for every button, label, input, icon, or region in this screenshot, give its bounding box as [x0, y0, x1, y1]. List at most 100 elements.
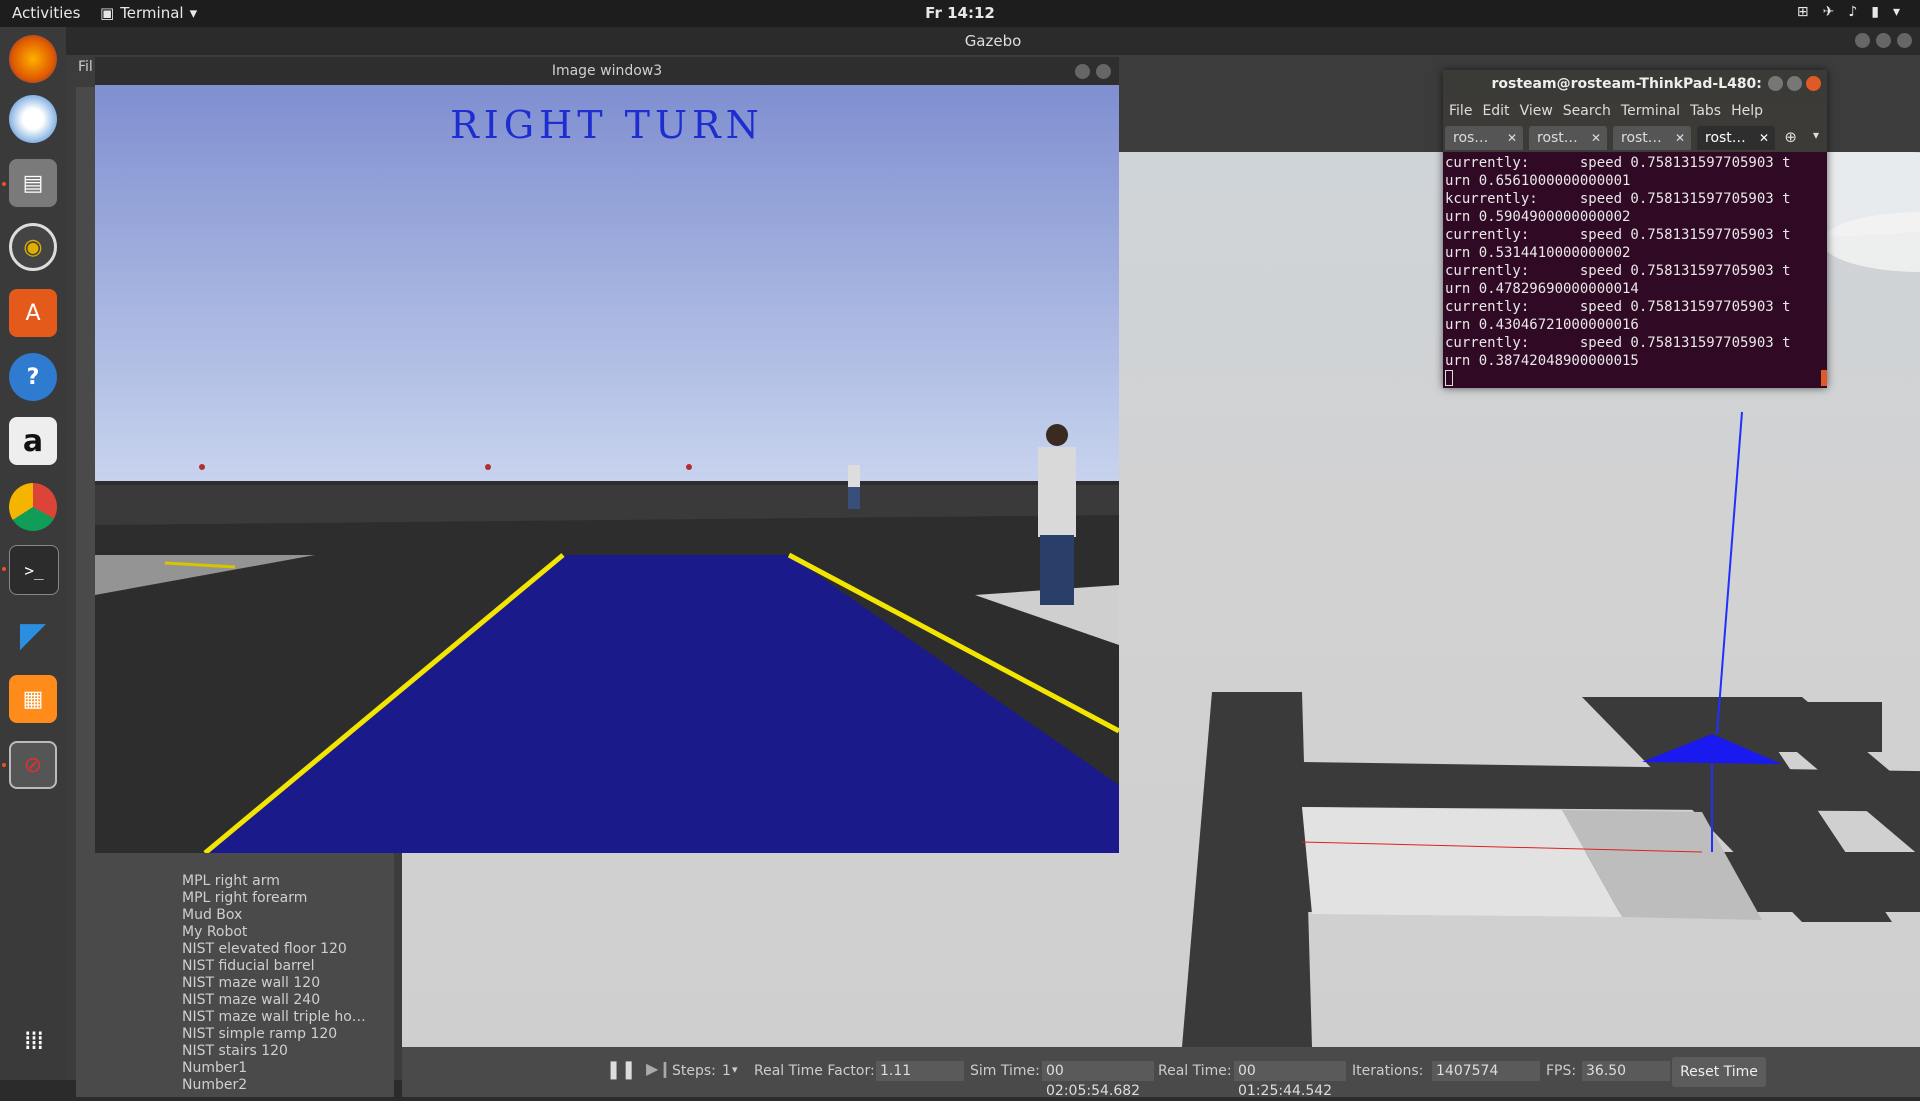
rhythmbox-icon[interactable]: ◉ — [9, 223, 57, 271]
vscode-icon[interactable]: ◤ — [9, 611, 57, 659]
terminal-line: urn 0.6561000000000001 — [1445, 173, 1631, 189]
model-list-item[interactable]: NIST maze wall triple ho… — [182, 1009, 382, 1026]
clock[interactable]: Fr 14:12 — [925, 4, 995, 22]
iterations-label: Iterations: — [1352, 1063, 1424, 1079]
camera-image: RIGHT TURN — [95, 85, 1119, 853]
volume-icon: ♪ — [1848, 4, 1858, 20]
software-center-icon[interactable]: A — [9, 289, 57, 337]
window-controls — [1855, 33, 1912, 48]
model-list-item[interactable]: MPL right forearm — [182, 890, 382, 907]
chevron-down-icon[interactable]: ▾ — [732, 1063, 738, 1076]
terminal-tab-label: rost… — [1705, 130, 1746, 146]
maximize-icon[interactable] — [1787, 76, 1802, 91]
model-list-item[interactable]: NIST maze wall 120 — [182, 975, 382, 992]
gazebo-bottom-toolbar: ❚❚ ▶❙ Steps: 1 ▾ Real Time Factor: 1.11 … — [402, 1047, 1920, 1099]
terminal-tab[interactable]: rost… ✕ — [1697, 126, 1775, 150]
terminal-tab-label: rost… — [1621, 130, 1662, 146]
new-tab-icon[interactable]: ⊕ — [1784, 128, 1797, 146]
terminal-line: currently: speed 0.758131597705903 t — [1445, 227, 1791, 243]
real-time-field: 00 01:25:44.542 — [1234, 1061, 1346, 1099]
reset-time-button[interactable]: Reset Time — [1672, 1057, 1766, 1087]
firefox-icon[interactable] — [9, 35, 57, 83]
image-window-title[interactable]: Image window3 — [95, 57, 1119, 85]
rtf-label: Real Time Factor: — [754, 1063, 875, 1079]
terminal-line: currently: speed 0.758131597705903 t — [1445, 155, 1791, 171]
pause-icon[interactable]: ❚❚ — [606, 1059, 636, 1080]
terminal-tab-label: ros… — [1453, 130, 1489, 146]
window-controls — [1768, 76, 1821, 91]
model-list-item[interactable]: NIST simple ramp 120 — [182, 1026, 382, 1043]
minimize-icon[interactable] — [1855, 33, 1870, 48]
show-apps-icon[interactable]: ⁞⁞⁞ — [9, 1017, 57, 1065]
gazebo-file-menu[interactable]: Fil — [78, 59, 93, 75]
model-list-item[interactable]: NIST elevated floor 120 — [182, 941, 382, 958]
fps-field: 36.50 — [1582, 1061, 1670, 1081]
thunderbird-icon[interactable] — [9, 95, 57, 143]
minimize-icon[interactable] — [1075, 64, 1090, 79]
amazon-icon[interactable]: a — [9, 417, 57, 465]
update-icon[interactable]: ⊘ — [9, 741, 57, 789]
model-list-item[interactable]: My Robot — [182, 924, 382, 941]
steps-value[interactable]: 1 — [722, 1063, 731, 1079]
steps-label: Steps: — [672, 1063, 716, 1079]
model-list-item[interactable]: MPL right arm — [182, 873, 382, 890]
minimize-icon[interactable] — [1768, 76, 1783, 91]
close-icon[interactable] — [1806, 76, 1821, 91]
camera-render — [95, 85, 1119, 853]
terminal-menu-item[interactable]: Tabs — [1690, 98, 1721, 124]
terminal-line: urn 0.5314410000000002 — [1445, 245, 1631, 261]
step-icon[interactable]: ▶❙ — [646, 1059, 672, 1078]
terminal-menu-item[interactable]: Help — [1731, 98, 1763, 124]
files-icon[interactable]: ▤ — [9, 159, 57, 207]
running-indicator — [2, 763, 6, 767]
terminal-menu-item[interactable]: View — [1520, 98, 1553, 124]
terminal-line: urn 0.38742048900000015 — [1445, 353, 1639, 369]
terminal-small-icon: ▣ — [100, 4, 115, 22]
terminal-tab[interactable]: rost… ✕ — [1613, 126, 1691, 150]
model-list-item[interactable]: Number1 — [182, 1060, 382, 1077]
chevron-down-icon: ▾ — [1892, 4, 1900, 20]
terminal-line: kcurrently: speed 0.758131597705903 t — [1445, 191, 1791, 207]
rtf-field: 1.11 — [876, 1061, 964, 1081]
terminal-menu-item[interactable]: Search — [1563, 98, 1611, 124]
app-menu[interactable]: ▣ Terminal ▾ — [100, 4, 197, 22]
chevron-down-icon[interactable]: ▾ — [1813, 128, 1819, 142]
app-menu-label: Terminal — [120, 4, 184, 22]
model-list-item[interactable]: Mud Box — [182, 907, 382, 924]
terminal-tab-label: rost… — [1537, 130, 1578, 146]
model-list: MPL right arm MPL right forearm Mud Box My … — [182, 873, 382, 1094]
terminal-line: currently: speed 0.758131597705903 t — [1445, 335, 1791, 351]
model-list-item[interactable]: NIST stairs 120 — [182, 1043, 382, 1060]
battery-icon: ▮ — [1871, 4, 1879, 20]
terminal-scrollbar[interactable] — [1821, 370, 1827, 386]
iterations-field: 1407574 — [1432, 1061, 1540, 1081]
turn-direction-label: RIGHT TURN — [450, 103, 764, 147]
close-icon[interactable] — [1096, 64, 1111, 79]
terminal-icon[interactable]: >_ — [9, 545, 59, 595]
activities-button[interactable]: Activities — [12, 4, 80, 22]
terminal-tab[interactable]: rost… ✕ — [1529, 126, 1607, 150]
help-icon[interactable]: ? — [9, 353, 57, 401]
terminal-menu-item[interactable]: Edit — [1482, 98, 1509, 124]
close-tab-icon[interactable]: ✕ — [1675, 126, 1685, 150]
model-list-item[interactable]: NIST maze wall 240 — [182, 992, 382, 1009]
terminal-menu-item[interactable]: Terminal — [1621, 98, 1680, 124]
image-window: Image window3 RIGHT TURN — [95, 57, 1119, 853]
close-icon[interactable] — [1897, 33, 1912, 48]
close-tab-icon[interactable]: ✕ — [1507, 126, 1517, 150]
terminal-line: currently: speed 0.758131597705903 t — [1445, 263, 1791, 279]
terminal-cursor — [1445, 370, 1453, 386]
terminal-tab[interactable]: ros… ✕ — [1445, 126, 1523, 150]
terminal-line: urn 0.5904900000000002 — [1445, 209, 1631, 225]
terminal-menu-item[interactable]: File — [1449, 98, 1472, 124]
close-tab-icon[interactable]: ✕ — [1591, 126, 1601, 150]
terminal-output[interactable]: currently: speed 0.758131597705903 t urn … — [1445, 154, 1823, 384]
gazebo-title[interactable]: Gazebo — [66, 27, 1920, 55]
system-tray[interactable]: ⊞ ✈ ♪ ▮ ▾ — [1797, 4, 1900, 20]
maximize-icon[interactable] — [1876, 33, 1891, 48]
model-list-item[interactable]: NIST fiducial barrel — [182, 958, 382, 975]
chevron-down-icon: ▾ — [189, 4, 198, 22]
virtualbox-icon[interactable]: ▦ — [9, 675, 57, 723]
chrome-icon[interactable] — [9, 483, 57, 531]
close-tab-icon[interactable]: ✕ — [1759, 126, 1769, 150]
